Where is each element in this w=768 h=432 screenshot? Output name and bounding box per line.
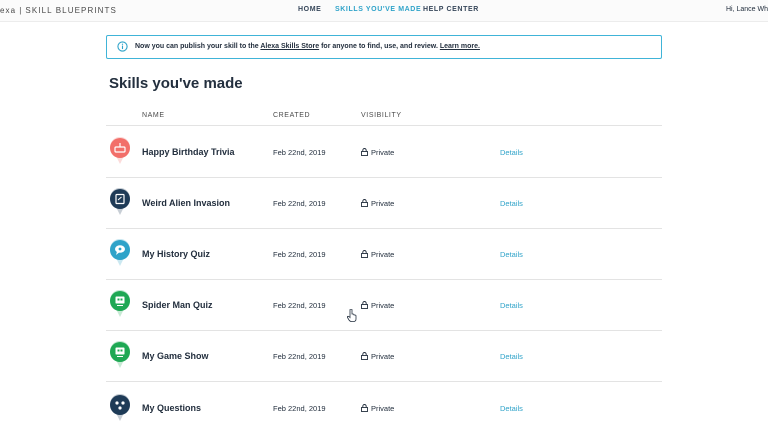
cake-icon <box>110 137 130 164</box>
hand-cursor-icon <box>347 309 357 322</box>
nav-skills-youve-made[interactable]: SKILLS YOU'VE MADE <box>335 6 421 13</box>
banner-text-before: Now you can publish your skill to the <box>135 43 261 50</box>
visibility-label: Private <box>371 404 395 413</box>
dots-icon <box>110 394 130 421</box>
created-date: Feb 22nd, 2019 <box>273 148 326 157</box>
alexa-skills-store-link[interactable]: Alexa Skills Store <box>260 43 319 50</box>
visibility-status: Private <box>361 352 394 361</box>
table-row[interactable]: Weird Alien Invasion Feb 22nd, 2019 Priv… <box>106 178 662 229</box>
top-bar: exa | SKILL BLUEPRINTS HOME SKILLS YOU'VE … <box>0 0 768 22</box>
visibility-status: Private <box>361 199 394 208</box>
brand-right-text: SKILL BLUEPRINTS <box>25 6 117 15</box>
lock-icon <box>361 352 368 360</box>
lock-icon <box>361 250 368 258</box>
skill-name[interactable]: My History Quiz <box>142 249 210 259</box>
table-row[interactable]: Happy Birthday Trivia Feb 22nd, 2019 Pri… <box>106 126 662 177</box>
lock-icon <box>361 199 368 207</box>
visibility-status: Private <box>361 404 394 413</box>
visibility-label: Private <box>371 301 395 310</box>
banner-text: Now you can publish your skill to the Al… <box>135 43 480 50</box>
learn-more-link[interactable]: Learn more. <box>440 43 480 50</box>
visibility-status: Private <box>361 148 394 157</box>
skill-name[interactable]: Weird Alien Invasion <box>142 198 230 208</box>
lock-icon <box>361 148 368 156</box>
info-icon <box>117 41 128 52</box>
visibility-label: Private <box>371 199 395 208</box>
visibility-status: Private <box>361 301 394 310</box>
banner-text-middle: for anyone to find, use, and review. <box>319 43 440 50</box>
nav-help-center[interactable]: HELP CENTER <box>423 6 479 13</box>
created-date: Feb 22nd, 2019 <box>273 404 326 413</box>
visibility-label: Private <box>371 148 395 157</box>
created-date: Feb 22nd, 2019 <box>273 301 326 310</box>
details-link[interactable]: Details <box>500 148 523 157</box>
skill-name[interactable]: Happy Birthday Trivia <box>142 147 235 157</box>
details-link[interactable]: Details <box>500 404 523 413</box>
skill-name[interactable]: Spider Man Quiz <box>142 300 213 310</box>
skill-name[interactable]: My Questions <box>142 403 201 413</box>
column-header-visibility: VISIBILITY <box>361 112 402 119</box>
skill-name[interactable]: My Game Show <box>142 351 209 361</box>
details-link[interactable]: Details <box>500 250 523 259</box>
brand-separator: | <box>19 6 23 15</box>
speech-bubble-icon <box>110 239 130 266</box>
created-date: Feb 22nd, 2019 <box>273 199 326 208</box>
brand-logo[interactable]: exa | SKILL BLUEPRINTS <box>0 6 117 15</box>
details-link[interactable]: Details <box>500 199 523 208</box>
quiz-icon <box>110 341 130 368</box>
created-date: Feb 22nd, 2019 <box>273 250 326 259</box>
table-row[interactable]: My Game Show Feb 22nd, 2019 Private Deta… <box>106 331 662 382</box>
lock-icon <box>361 301 368 309</box>
book-icon <box>110 188 130 215</box>
quiz-icon <box>110 290 130 317</box>
visibility-label: Private <box>371 352 395 361</box>
table-row[interactable]: Spider Man Quiz Feb 22nd, 2019 Private D… <box>106 280 662 331</box>
lock-icon <box>361 404 368 412</box>
created-date: Feb 22nd, 2019 <box>273 352 326 361</box>
brand-left-text: exa <box>0 6 17 15</box>
visibility-status: Private <box>361 250 394 259</box>
nav-home[interactable]: HOME <box>298 6 321 13</box>
info-banner: Now you can publish your skill to the Al… <box>106 35 662 59</box>
user-greeting[interactable]: Hi, Lance Wh <box>726 6 768 13</box>
details-link[interactable]: Details <box>500 301 523 310</box>
column-header-created: CREATED <box>273 112 311 119</box>
details-link[interactable]: Details <box>500 352 523 361</box>
visibility-label: Private <box>371 250 395 259</box>
table-row[interactable]: My Questions Feb 22nd, 2019 Private Deta… <box>106 382 662 432</box>
table-row[interactable]: My History Quiz Feb 22nd, 2019 Private D… <box>106 229 662 280</box>
column-header-name: NAME <box>142 112 165 119</box>
page-title: Skills you've made <box>109 75 243 92</box>
